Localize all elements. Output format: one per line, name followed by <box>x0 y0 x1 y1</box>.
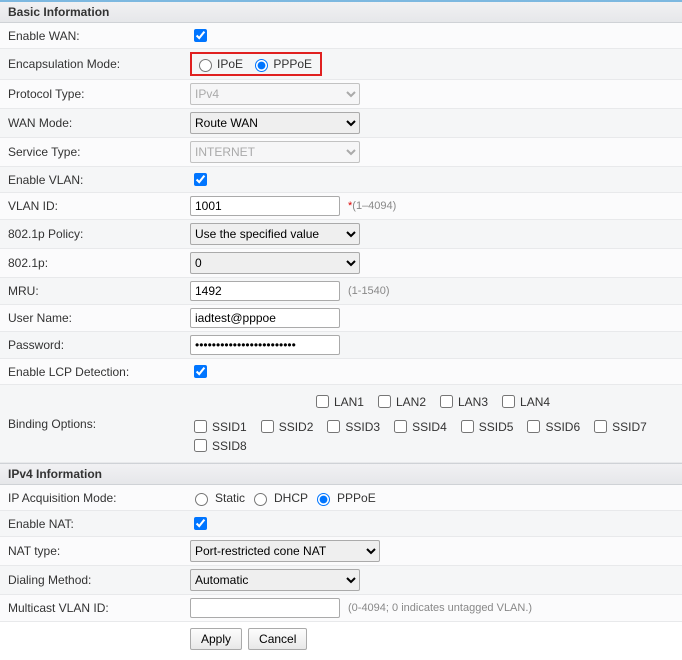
label-enable-vlan: Enable VLAN: <box>0 173 190 187</box>
input-mru[interactable] <box>190 281 340 301</box>
label-lan1: LAN1 <box>334 395 364 409</box>
input-password[interactable] <box>190 335 340 355</box>
label-mru: MRU: <box>0 284 190 298</box>
section-header-basic: Basic Information <box>0 0 682 23</box>
checkbox-ssid4[interactable] <box>394 420 407 433</box>
label-ssid1: SSID1 <box>212 420 247 434</box>
label-service-type: Service Type: <box>0 145 190 159</box>
label-password: Password: <box>0 338 190 352</box>
label-lan2: LAN2 <box>396 395 426 409</box>
label-lan4: LAN4 <box>520 395 550 409</box>
label-username: User Name: <box>0 311 190 325</box>
row-wan-mode: WAN Mode: Route WAN <box>0 109 682 138</box>
radio-ip-pppoe-label: PPPoE <box>337 491 376 505</box>
label-binding: Binding Options: <box>0 417 190 431</box>
checkbox-enable-nat[interactable] <box>194 517 207 530</box>
label-encapsulation: Encapsulation Mode: <box>0 57 190 71</box>
radio-static-label: Static <box>215 491 245 505</box>
input-username[interactable] <box>190 308 340 328</box>
row-enable-nat: Enable NAT: <box>0 511 682 537</box>
label-lan3: LAN3 <box>458 395 488 409</box>
checkbox-lcp[interactable] <box>194 365 207 378</box>
select-dot1p-policy[interactable]: Use the specified value <box>190 223 360 245</box>
select-dot1p[interactable]: 0 <box>190 252 360 274</box>
label-mvlan: Multicast VLAN ID: <box>0 601 190 615</box>
checkbox-ssid8[interactable] <box>194 439 207 452</box>
checkbox-lan2[interactable] <box>378 395 391 408</box>
checkbox-ssid1[interactable] <box>194 420 207 433</box>
row-password: Password: <box>0 332 682 359</box>
row-dot1p-policy: 802.1p Policy: Use the specified value <box>0 220 682 249</box>
label-protocol: Protocol Type: <box>0 87 190 101</box>
hint-vlan-id: *(1–4094) <box>348 200 396 212</box>
label-ssid6: SSID6 <box>545 420 580 434</box>
hint-mru: (1-1540) <box>348 285 390 297</box>
label-ssid5: SSID5 <box>479 420 514 434</box>
label-enable-nat: Enable NAT: <box>0 517 190 531</box>
radio-dhcp[interactable] <box>254 493 267 506</box>
row-enable-vlan: Enable VLAN: <box>0 167 682 193</box>
label-dot1p-policy: 802.1p Policy: <box>0 227 190 241</box>
select-nat-type[interactable]: Port-restricted cone NAT <box>190 540 380 562</box>
radio-dhcp-label: DHCP <box>274 491 308 505</box>
select-dialing[interactable]: Automatic <box>190 569 360 591</box>
checkbox-ssid5[interactable] <box>461 420 474 433</box>
row-nat-type: NAT type: Port-restricted cone NAT <box>0 537 682 566</box>
select-service-type: INTERNET <box>190 141 360 163</box>
label-ip-acq: IP Acquisition Mode: <box>0 491 190 505</box>
label-wan-mode: WAN Mode: <box>0 116 190 130</box>
label-lcp: Enable LCP Detection: <box>0 365 190 379</box>
radio-ip-pppoe[interactable] <box>317 493 330 506</box>
label-ssid8: SSID8 <box>212 439 247 453</box>
section-header-ipv4: IPv4 Information <box>0 463 682 485</box>
label-dialing: Dialing Method: <box>0 573 190 587</box>
row-ip-acq: IP Acquisition Mode: Static DHCP PPPoE <box>0 485 682 511</box>
label-ssid3: SSID3 <box>345 420 380 434</box>
checkbox-ssid6[interactable] <box>527 420 540 433</box>
row-dialing: Dialing Method: Automatic <box>0 566 682 595</box>
label-vlan-id: VLAN ID: <box>0 199 190 213</box>
row-mru: MRU: (1-1540) <box>0 278 682 305</box>
binding-lan-line: LAN1 LAN2 LAN3 LAN4 <box>312 392 560 411</box>
checkbox-ssid2[interactable] <box>261 420 274 433</box>
checkbox-lan3[interactable] <box>440 395 453 408</box>
label-ssid2: SSID2 <box>279 420 314 434</box>
row-encapsulation: Encapsulation Mode: IPoE PPPoE <box>0 49 682 80</box>
row-protocol: Protocol Type: IPv4 <box>0 80 682 109</box>
row-enable-wan: Enable WAN: <box>0 23 682 49</box>
label-nat-type: NAT type: <box>0 544 190 558</box>
hint-mvlan: (0-4094; 0 indicates untagged VLAN.) <box>348 602 532 614</box>
radio-pppoe-label: PPPoE <box>273 57 312 71</box>
checkbox-lan1[interactable] <box>316 395 329 408</box>
row-mvlan: Multicast VLAN ID: (0-4094; 0 indicates … <box>0 595 682 622</box>
cancel-button[interactable]: Cancel <box>248 628 307 650</box>
button-row: Apply Cancel <box>0 622 682 660</box>
checkbox-ssid7[interactable] <box>594 420 607 433</box>
row-vlan-id: VLAN ID: *(1–4094) <box>0 193 682 220</box>
select-wan-mode[interactable]: Route WAN <box>190 112 360 134</box>
input-mvlan[interactable] <box>190 598 340 618</box>
row-dot1p: 802.1p: 0 <box>0 249 682 278</box>
radio-static[interactable] <box>195 493 208 506</box>
apply-button[interactable]: Apply <box>190 628 242 650</box>
checkbox-lan4[interactable] <box>502 395 515 408</box>
checkbox-ssid3[interactable] <box>327 420 340 433</box>
checkbox-enable-vlan[interactable] <box>194 173 207 186</box>
row-lcp: Enable LCP Detection: <box>0 359 682 385</box>
binding-ssid-line: SSID1 SSID2 SSID3 SSID4 SSID5 SSID6 SSID… <box>190 417 682 455</box>
checkbox-enable-wan[interactable] <box>194 29 207 42</box>
select-protocol: IPv4 <box>190 83 360 105</box>
label-ssid4: SSID4 <box>412 420 447 434</box>
row-service-type: Service Type: INTERNET <box>0 138 682 167</box>
label-dot1p: 802.1p: <box>0 256 190 270</box>
radio-pppoe[interactable] <box>255 59 268 72</box>
label-ssid7: SSID7 <box>612 420 647 434</box>
row-binding: Binding Options: LAN1 LAN2 LAN3 LAN4 SSI… <box>0 385 682 463</box>
radio-ipoe[interactable] <box>199 59 212 72</box>
encapsulation-highlight: IPoE PPPoE <box>190 52 322 76</box>
label-enable-wan: Enable WAN: <box>0 29 190 43</box>
row-username: User Name: <box>0 305 682 332</box>
input-vlan-id[interactable] <box>190 196 340 216</box>
radio-ipoe-label: IPoE <box>217 57 243 71</box>
